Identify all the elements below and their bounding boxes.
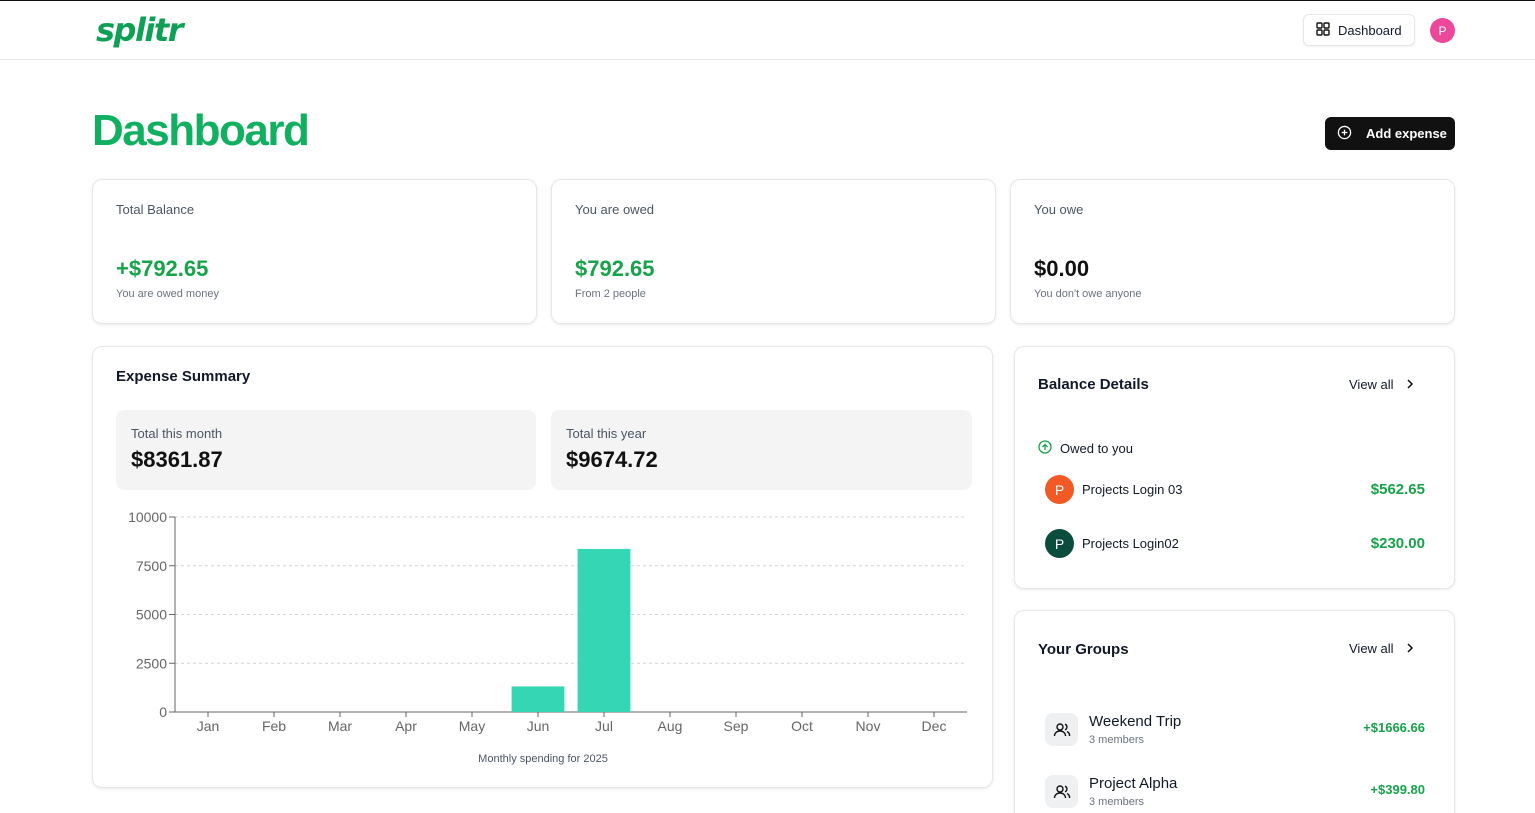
total-balance-sub: You are owed money xyxy=(116,288,219,300)
x-tick-label: Jan xyxy=(197,718,220,734)
group-members: 3 members xyxy=(1089,734,1145,746)
group-balance: +$1666.66 xyxy=(1363,720,1425,735)
arrow-up-circle-icon xyxy=(1038,440,1052,457)
expense-summary-title: Expense Summary xyxy=(116,368,251,385)
view-all-label: View all xyxy=(1349,377,1394,392)
group-members: 3 members xyxy=(1089,796,1145,808)
group-row-weekend-trip[interactable]: Weekend Trip 3 members +$1666.66 xyxy=(1045,713,1425,749)
you-owe-card: You owe $0.00 You don't owe anyone xyxy=(1010,179,1455,324)
bar-jun xyxy=(511,686,565,712)
y-tick-label: 0 xyxy=(159,704,167,720)
users-icon xyxy=(1045,775,1078,808)
user-avatar[interactable]: P xyxy=(1430,18,1455,43)
balance-details-card: Balance Details View all Owed to you P P… xyxy=(1014,346,1455,589)
avatar: P xyxy=(1045,529,1074,558)
total-balance-label: Total Balance xyxy=(116,202,195,217)
splitr-logo[interactable]: splitr xyxy=(96,11,183,49)
you-owe-label: You owe xyxy=(1034,202,1084,217)
avatar: P xyxy=(1045,475,1074,504)
balance-person-name: Projects Login02 xyxy=(1082,536,1179,551)
view-all-label: View all xyxy=(1349,641,1394,656)
add-expense-button[interactable]: Add expense xyxy=(1325,117,1455,150)
total-balance-card: Total Balance +$792.65 You are owed mone… xyxy=(92,179,537,324)
groups-view-all-link[interactable]: View all xyxy=(1349,641,1414,656)
chevron-right-icon xyxy=(1406,641,1414,656)
expense-summary-card: Expense Summary Total this month $8361.8… xyxy=(92,346,993,788)
y-tick-label: 5000 xyxy=(136,607,167,623)
x-tick-label: Aug xyxy=(658,718,683,734)
y-tick-label: 7500 xyxy=(136,558,167,574)
chart-caption: Monthly spending for 2025 xyxy=(478,753,608,765)
users-icon xyxy=(1045,713,1078,746)
monthly-spending-chart: 0 2500 5000 7500 10000 Jan Feb Mar Apr May Jun Jul A… xyxy=(128,509,967,734)
year-total-box: Total this year $9674.72 xyxy=(551,410,972,490)
top-navbar: splitr Dashboard P xyxy=(0,1,1535,60)
balance-row[interactable]: P Projects Login 03 $562.65 xyxy=(1045,475,1425,505)
year-total-label: Total this year xyxy=(566,426,647,441)
group-name: Project Alpha xyxy=(1089,775,1178,792)
balance-amount: $230.00 xyxy=(1370,535,1425,552)
x-tick-label: Sep xyxy=(724,718,749,734)
dashboard-nav-button[interactable]: Dashboard xyxy=(1303,14,1415,46)
owed-to-you-heading: Owed to you xyxy=(1038,440,1133,457)
x-tick-label: Apr xyxy=(395,718,417,734)
month-total-label: Total this month xyxy=(131,426,223,441)
your-groups-title: Your Groups xyxy=(1038,641,1129,658)
bar-jul xyxy=(577,548,631,712)
x-tick-label: Jul xyxy=(595,718,613,734)
balance-view-all-link[interactable]: View all xyxy=(1349,377,1414,392)
x-tick-label: Nov xyxy=(856,718,881,734)
you-owe-sub: You don't owe anyone xyxy=(1034,288,1142,300)
y-tick-label: 2500 xyxy=(136,655,167,671)
dashboard-nav-label: Dashboard xyxy=(1338,22,1402,38)
group-balance: +$399.80 xyxy=(1370,782,1425,797)
group-row-project-alpha[interactable]: Project Alpha 3 members +$399.80 xyxy=(1045,775,1425,811)
month-total-box: Total this month $8361.87 xyxy=(116,410,536,490)
plus-circle-icon xyxy=(1337,125,1352,143)
group-name: Weekend Trip xyxy=(1089,713,1182,730)
x-tick-label: Feb xyxy=(262,718,286,734)
x-tick-label: Mar xyxy=(328,718,352,734)
grid-icon xyxy=(1316,21,1330,39)
you-owe-value: $0.00 xyxy=(1034,256,1090,281)
owed-to-you-label: Owed to you xyxy=(1060,441,1133,456)
year-total-value: $9674.72 xyxy=(566,447,658,472)
chevron-right-icon xyxy=(1406,377,1414,392)
x-tick-label: Oct xyxy=(791,718,813,734)
x-tick-label: May xyxy=(459,718,485,734)
add-expense-label: Add expense xyxy=(1366,126,1447,141)
you-are-owed-sub: From 2 people xyxy=(575,288,646,300)
balance-amount: $562.65 xyxy=(1370,481,1425,498)
total-balance-value: +$792.65 xyxy=(116,256,209,281)
month-total-value: $8361.87 xyxy=(131,447,223,472)
y-tick-label: 10000 xyxy=(128,509,167,525)
page-title: Dashboard xyxy=(92,106,310,155)
you-are-owed-card: You are owed $792.65 From 2 people xyxy=(551,179,996,324)
balance-row[interactable]: P Projects Login02 $230.00 xyxy=(1045,529,1425,559)
your-groups-card: Your Groups View all Weekend Trip 3 memb… xyxy=(1014,610,1455,813)
x-tick-label: Dec xyxy=(922,718,947,734)
balance-person-name: Projects Login 03 xyxy=(1082,482,1183,497)
x-tick-label: Jun xyxy=(527,718,550,734)
you-are-owed-label: You are owed xyxy=(575,202,655,217)
balance-details-title: Balance Details xyxy=(1038,376,1149,393)
you-are-owed-value: $792.65 xyxy=(575,256,655,281)
